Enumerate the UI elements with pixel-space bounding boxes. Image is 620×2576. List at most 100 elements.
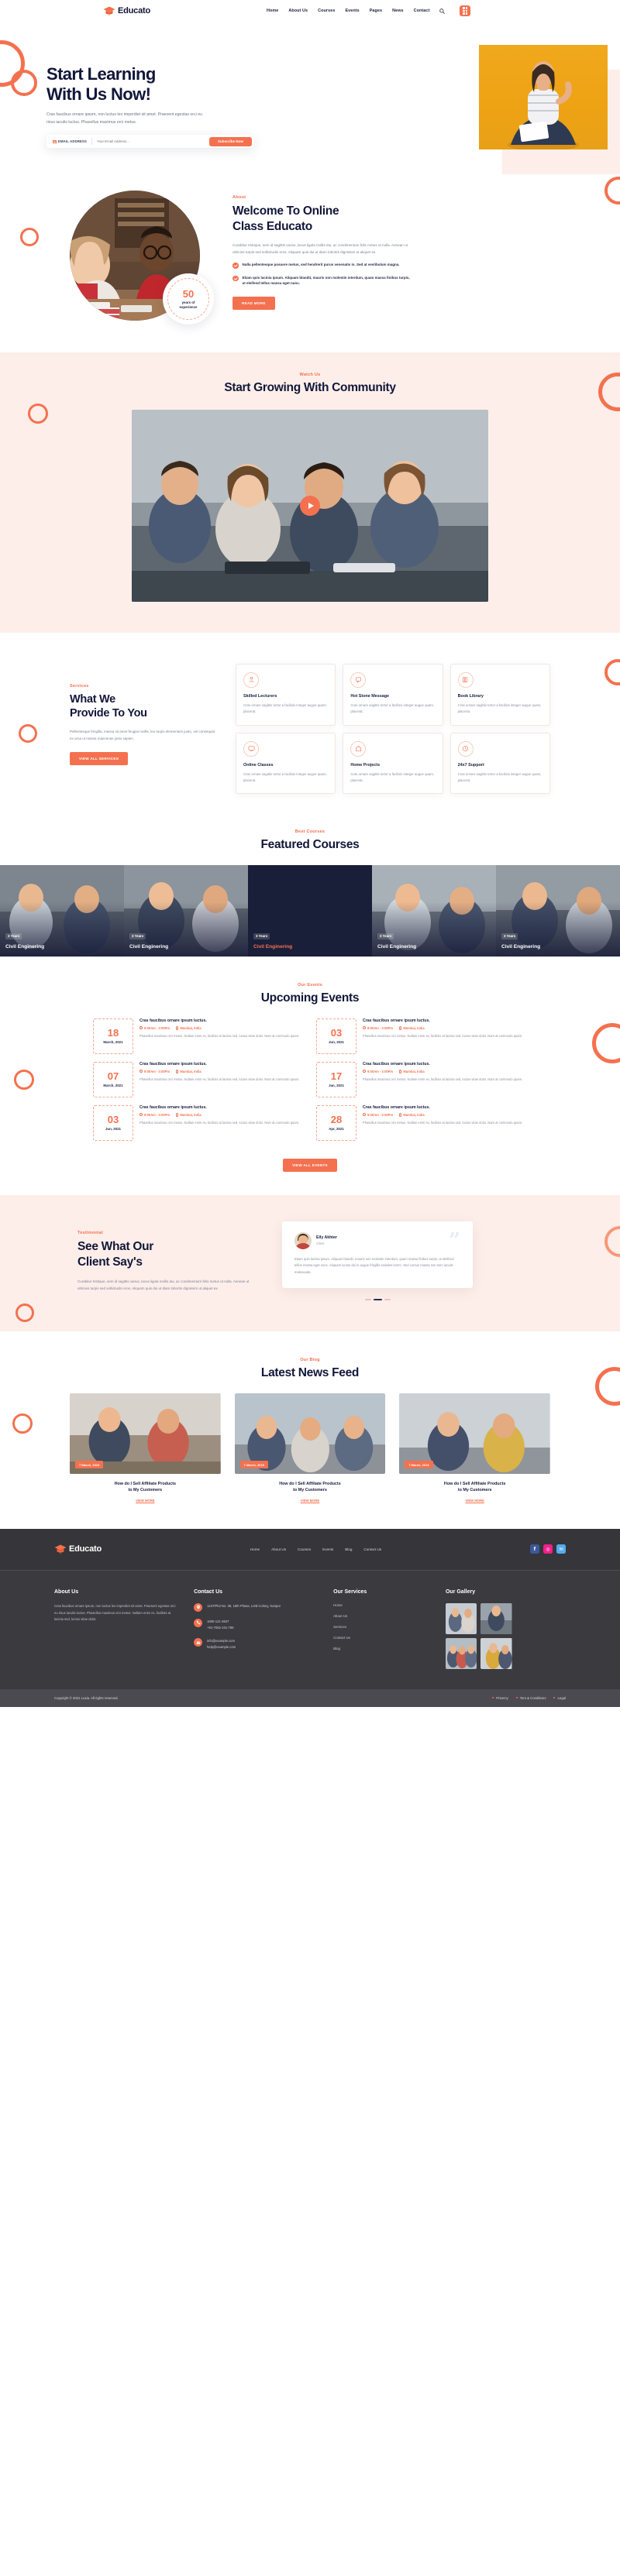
service-card-text: Cras ornare sagittis tortor a facilisis …: [457, 771, 542, 782]
event-month: Jun, 2021: [328, 1040, 344, 1045]
course-years: 3 Years: [253, 933, 270, 939]
footer-phone-1[interactable]: 1800-121-3637: [207, 1619, 229, 1623]
gallery-thumb[interactable]: [480, 1637, 512, 1669]
nav-item-events[interactable]: Events: [345, 9, 359, 13]
grid-menu-icon[interactable]: [460, 5, 471, 16]
nav-item-contact[interactable]: Contact: [414, 9, 430, 13]
footer-about-text: Cras faucibus ornare ipsum, non luctus l…: [54, 1603, 176, 1622]
event-item[interactable]: 03 Jun, 2021 Cras faucibus ornare ipsum …: [316, 1018, 527, 1054]
nav-item-pages[interactable]: Pages: [370, 9, 382, 13]
event-time: 9:00Am - 3:00Pm: [140, 1070, 170, 1073]
service-card[interactable]: Hot Stone Message Cras ornare sagittis t…: [343, 663, 443, 726]
events-section: Our Events Upcoming Events 18 March, 202…: [0, 957, 620, 1195]
course-card-active[interactable]: 3 Years Civil Enginering: [248, 865, 372, 957]
event-day: 17: [330, 1070, 343, 1083]
pagination-dot[interactable]: [384, 1299, 391, 1301]
location-pin-icon: [399, 1026, 402, 1030]
social-links: f ◎ ✉: [529, 1544, 566, 1554]
blog-section: Our Blog Latest News Feed 7 March, 2019 …: [0, 1331, 620, 1529]
event-item[interactable]: 07 March, 2021 Cras faucibus ornare ipsu…: [93, 1061, 304, 1097]
service-card-text: Cras ornare sagittis tortor a facilisis …: [350, 771, 435, 782]
testimonial-quote-text: Etiam quis lacinia ipsum. Aliquam blandi…: [294, 1256, 454, 1274]
view-all-events-button[interactable]: VIEW ALL EVENTS: [283, 1158, 337, 1172]
subscribe-button[interactable]: Subscribe Now: [208, 136, 252, 146]
hero-paragraph: Cras faucibus ornare ipsum, non luctus l…: [46, 112, 202, 125]
testimonial-card: Eily Akhter Client ” Etiam quis lacinia …: [282, 1221, 473, 1289]
blog-image: 7 March, 2019: [399, 1393, 550, 1475]
course-card[interactable]: 3 Years Civil Enginering: [372, 865, 496, 957]
graduation-cap-icon: [103, 6, 115, 16]
testimonial-pagination[interactable]: [282, 1299, 473, 1301]
footer-nav-item-home[interactable]: Home: [250, 1547, 260, 1551]
service-card-title: Online Classes: [243, 762, 274, 768]
hero-section: Start Learning With Us Now! Cras faucibu…: [0, 22, 620, 174]
footer-service-link-home[interactable]: Home: [333, 1603, 432, 1607]
course-card[interactable]: 3 Years Civil Enginering: [124, 865, 248, 957]
service-card[interactable]: Online Classes Cras ornare sagittis tort…: [236, 732, 336, 795]
location-pin-icon: [176, 1113, 179, 1117]
footer-nav-item-about-us[interactable]: About Us: [271, 1547, 286, 1551]
play-icon[interactable]: [300, 495, 320, 516]
service-card[interactable]: Home Projects Cras ornare sagittis torto…: [343, 732, 443, 795]
event-item[interactable]: 28 Apr, 2021 Cras faucibus ornare ipsum …: [316, 1104, 527, 1141]
blog-date-badge: 7 March, 2019: [75, 1461, 104, 1469]
footer-email-2[interactable]: help@example.com: [207, 1645, 236, 1649]
blog-post[interactable]: 7 March, 2019 How do I Sell Affiliate Pr…: [70, 1393, 221, 1503]
nav-item-about-us[interactable]: About Us: [288, 9, 308, 13]
nav-item-home[interactable]: Home: [267, 9, 278, 13]
blog-title-line1: How do I Sell Affiliate Products: [443, 1482, 506, 1487]
event-item[interactable]: 03 Jun, 2021 Cras faucibus ornare ipsum …: [93, 1104, 304, 1141]
event-text: Phasellus maximus orci metus. Nullam eni…: [363, 1033, 523, 1038]
service-card[interactable]: Book Library Cras ornare sagittis tortor…: [450, 663, 550, 726]
footer-nav-item-courses[interactable]: Courses: [298, 1547, 311, 1551]
footer-nav-item-blog[interactable]: Blog: [345, 1547, 352, 1551]
service-card[interactable]: 24x7 Support Cras ornare sagittis tortor…: [450, 732, 550, 795]
pagination-dot[interactable]: [364, 1299, 371, 1301]
footer-phone-2[interactable]: +91-7052-101-786: [207, 1626, 234, 1630]
footer-brand-logo[interactable]: Educato: [54, 1544, 102, 1554]
event-item[interactable]: 17 Jan, 2021 Cras faucibus ornare ipsum …: [316, 1061, 527, 1097]
footer-service-link-about-us[interactable]: About Us: [333, 1614, 432, 1618]
footer-service-link-services[interactable]: Services: [333, 1625, 432, 1629]
footer-nav-item-contact-us[interactable]: Contact Us: [363, 1547, 381, 1551]
blog-post-title: How do I Sell Affiliate Products to My C…: [399, 1481, 550, 1494]
service-card[interactable]: Skilled Lecturers Cras ornare sagittis t…: [236, 663, 336, 726]
footer-email-1[interactable]: info@example.com: [207, 1639, 235, 1643]
about-read-more-button[interactable]: READ MORE: [232, 297, 275, 311]
blog-title-line1: How do I Sell Affiliate Products: [114, 1482, 177, 1487]
email-input[interactable]: [97, 139, 209, 144]
blog-title-line2: to My Customers: [457, 1488, 492, 1493]
brand-logo[interactable]: Educato: [103, 6, 150, 16]
event-place: Mumbai, India: [399, 1026, 425, 1030]
quote-mark-icon: ”: [449, 1228, 460, 1252]
gallery-thumb[interactable]: [480, 1602, 512, 1634]
footer-service-link-contact-us[interactable]: Contact Us: [333, 1636, 432, 1640]
facebook-icon[interactable]: f: [529, 1544, 539, 1554]
blog-post-title: How do I Sell Affiliate Products to My C…: [70, 1481, 221, 1494]
view-all-services-button[interactable]: VIEW ALL SERVICES: [70, 751, 129, 765]
blog-post[interactable]: 7 March, 2019 How do I Sell Affiliate Pr…: [399, 1393, 550, 1503]
nav-item-courses[interactable]: Courses: [318, 9, 335, 13]
event-item[interactable]: 18 March, 2021 Cras faucibus ornare ipsu…: [93, 1018, 304, 1054]
blog-post[interactable]: 7 March, 2019 How do I Sell Affiliate Pr…: [234, 1393, 386, 1503]
pagination-dot-active[interactable]: [373, 1299, 382, 1301]
course-name: Civil Enginering: [253, 944, 293, 950]
course-card[interactable]: 3 Years Civil Enginering: [0, 865, 124, 957]
nav-item-news[interactable]: News: [392, 9, 403, 13]
twitter-icon[interactable]: ✉: [556, 1544, 566, 1554]
footer-service-link-blog[interactable]: Blog: [333, 1647, 432, 1650]
service-card-title: Hot Stone Message: [350, 693, 390, 699]
search-icon[interactable]: [439, 8, 446, 14]
footer-nav-item-events[interactable]: Events: [322, 1547, 333, 1551]
gallery-thumb[interactable]: [445, 1602, 477, 1634]
footer-contact-heading: Contact Us: [194, 1589, 223, 1595]
testimonial-paragraph: Curabitur tristique, sem id sagittis var…: [78, 1279, 250, 1290]
blog-view-more-link[interactable]: VIEW MORE: [399, 1499, 550, 1503]
blog-view-more-link[interactable]: VIEW MORE: [70, 1499, 221, 1503]
page-root: Educato Home About Us Courses Events Pag…: [0, 0, 620, 1707]
services-intro: Services What We Provide To You Pellente…: [70, 664, 217, 795]
course-card[interactable]: 3 Years Civil Enginering: [496, 865, 620, 957]
instagram-icon[interactable]: ◎: [542, 1544, 553, 1554]
gallery-thumb[interactable]: [445, 1637, 477, 1669]
blog-view-more-link[interactable]: VIEW MORE: [235, 1499, 386, 1503]
